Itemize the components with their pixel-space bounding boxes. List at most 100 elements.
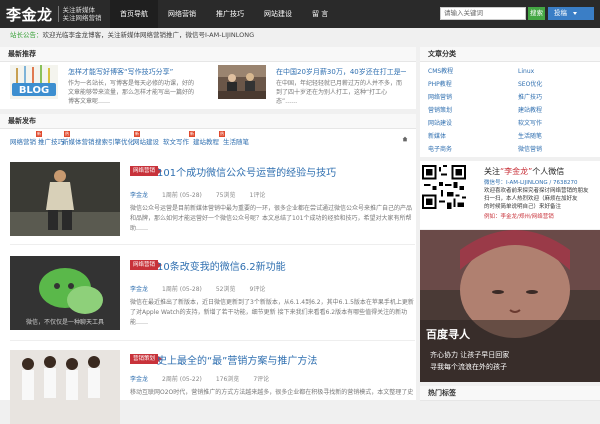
tab-copywriting[interactable]: 软文写作新 [163, 131, 195, 146]
categories-heading: 文章分类 [420, 47, 600, 62]
categories-panel: 文章分类 CMS教程 Linux PHP教程 SEO优化 网络营销 推广技巧 营… [420, 47, 600, 157]
tags-panel: 热门标签 [420, 386, 600, 401]
tab-label: 建站教程 [193, 138, 219, 146]
nav-item-home[interactable]: 首页导航 [110, 0, 158, 28]
post-title[interactable]: 史上最全的“最”营销方案与推广方法 [157, 352, 317, 367]
post-title[interactable]: 10条改变我的微信6.2新功能 [157, 258, 286, 273]
category-tabs: 网络营销新 推广技巧热 新媒体营销 搜索引擎优化新 网站建设 软文写作新 建站教… [0, 131, 416, 146]
category-link[interactable]: 电子商务 [428, 145, 518, 154]
category-link[interactable]: 推广技巧 [518, 93, 588, 102]
tab-new-media[interactable]: 新媒体营销 [62, 136, 95, 146]
meeting-thumbnail[interactable] [218, 65, 266, 99]
tab-essays[interactable]: 生活随笔 [223, 136, 249, 146]
tags-heading: 热门标签 [420, 386, 600, 401]
post-thumbnail[interactable] [10, 350, 120, 424]
wechat-example: 例如：李金龙/郑州/网络营销 [484, 214, 554, 220]
category-link[interactable]: 网络营销 [428, 93, 518, 102]
poster-title: 百度寻人 [426, 328, 470, 341]
nav-item-promotion[interactable]: 推广技巧 [206, 0, 254, 28]
post-meta: 李金龙 2周前 (05-22) 176浏览 7评论 [130, 374, 269, 383]
recommend-title[interactable]: 在中国20岁月薪30万，40岁还在打工是一种什么样的体验 [276, 67, 406, 77]
tab-label: 推广技巧 [38, 138, 64, 146]
submit-dropdown-label: 投稿 [554, 9, 567, 17]
search-input[interactable]: 请输入关键词 [440, 7, 526, 20]
tagline-line2: 关注网络营销 [62, 14, 102, 22]
category-link[interactable]: SEO优化 [518, 80, 588, 89]
tab-label: 软文写作 [163, 138, 189, 146]
baidu-missing-child-poster[interactable]: 百度寻人 齐心协力 让孩子早日回家 寻我每个流浪在外的孩子 [420, 230, 600, 382]
wechat-line: 的时候简单说明自己）来好备注 [484, 204, 562, 210]
recommend-desc: 在中国，年纪轻轻就已月薪过万的人并不多，而到了四十岁还在为别人打工，这种“打工心… [276, 80, 403, 105]
post-author[interactable]: 李金龙 [130, 284, 148, 293]
blog-thumbnail[interactable]: BLOG [10, 65, 58, 99]
post-item[interactable]: 营销策划 史上最全的“最”营销方案与推广方法 李金龙 2周前 (05-22) 1… [10, 350, 415, 424]
divider [10, 340, 415, 341]
post-excerpt: 微信在最近推出了新版本，近日微信更新到了3个新版本，从6.1.4到6.2，其中6… [130, 299, 414, 326]
post-item[interactable]: 网络营销 101个成功微信公众号运营的经验与技巧 李金龙 1周前 (05-28)… [10, 162, 415, 238]
post-excerpt: 微信公众号运营是目前新媒体营销中最为重要的一环，很多企业都在尝试通过微信公众号来… [130, 205, 413, 232]
latest-heading: 最新发布 [0, 114, 416, 129]
site-notice: 站长公告：欢迎光临李金龙博客，关注新媒体网络营销推广，微信号I-AM-LIJIN… [10, 30, 590, 40]
post-meta: 李金龙 1周前 (05-28) 52浏览 9评论 [130, 284, 265, 293]
category-link[interactable]: 生活随笔 [518, 132, 588, 141]
category-link[interactable]: PHP教程 [428, 80, 518, 89]
post-meta: 李金龙 1周前 (05-28) 75浏览 1评论 [130, 190, 265, 199]
poster-line: 寻我每个流浪在外的孩子 [430, 363, 507, 371]
post-author[interactable]: 李金龙 [130, 190, 148, 199]
recommend-panel: 最新推荐 BLOG 怎样才能写好博客“写作技巧分享” 作为一名站长，写博客是每天… [0, 47, 416, 109]
post-date: 1周前 (05-28) [162, 286, 202, 293]
home-icon[interactable] [402, 136, 408, 142]
post-category-badge[interactable]: 网络营销 [130, 166, 163, 176]
category-link[interactable]: CMS教程 [428, 67, 518, 76]
category-link[interactable]: 建站教程 [518, 106, 588, 115]
site-logo[interactable]: 李金龙 关注新媒体 关注网络营销 [6, 4, 102, 24]
post-thumbnail[interactable]: 微信，不仅仅是一种聊天工具 [10, 256, 120, 330]
post-comments[interactable]: 7评论 [253, 374, 269, 383]
category-link[interactable]: 网站建设 [428, 119, 518, 128]
thumbnail-caption: 微信，不仅仅是一种聊天工具 [26, 318, 104, 326]
post-views: 75浏览 [215, 192, 236, 199]
tagline-line1: 关注新媒体 [62, 6, 96, 14]
svg-text:BLOG: BLOG [19, 85, 49, 96]
post-comments[interactable]: 9评论 [250, 284, 266, 293]
top-header: 李金龙 关注新媒体 关注网络营销 首页导航 网络营销 推广技巧 网站建设 留 言… [0, 0, 600, 28]
post-author[interactable]: 李金龙 [130, 374, 148, 383]
category-link[interactable]: 微信营销 [518, 145, 588, 154]
post-category-badge[interactable]: 网络营销 [130, 260, 163, 270]
submit-dropdown-button[interactable]: 投稿 [548, 7, 594, 20]
wechat-title-pre: 关注 [484, 167, 500, 176]
wechat-id: 微信号：I-AM-LIJINLONG / 7638270 [484, 180, 578, 186]
search-button[interactable]: 搜索 [528, 7, 545, 20]
tab-tutorials[interactable]: 建站教程热 [193, 131, 225, 146]
post-excerpt: 移动互联网O2O时代，营销推广的方式方法越来越多，很多企业都在积极寻找新的营销模… [130, 389, 414, 396]
wechat-title-name: “李金龙” [500, 167, 533, 176]
tab-marketing[interactable]: 网络营销新 [10, 131, 42, 146]
nav-item-site-building[interactable]: 网站建设 [254, 0, 302, 28]
post-title[interactable]: 101个成功微信公众号运营的经验与技巧 [157, 164, 336, 179]
logo-tagline: 关注新媒体 关注网络营销 [57, 6, 102, 22]
tab-site-building[interactable]: 网站建设 [133, 136, 159, 146]
category-link[interactable]: 软文写作 [518, 119, 588, 128]
post-item[interactable]: 微信，不仅仅是一种聊天工具 网络营销 10条改变我的微信6.2新功能 李金龙 1… [10, 256, 415, 332]
recommend-heading: 最新推荐 [0, 47, 416, 62]
divider [10, 244, 415, 245]
nav-item-guestbook[interactable]: 留 言 [302, 0, 338, 28]
recommend-title[interactable]: 怎样才能写好博客“写作技巧分享” [68, 67, 198, 77]
wechat-title: 关注“李金龙”个人微信 [484, 166, 564, 177]
tab-seo[interactable]: 搜索引擎优化新 [95, 131, 140, 146]
post-thumbnail[interactable] [10, 162, 120, 236]
tab-label: 网络营销 [10, 138, 36, 146]
poster-line: 齐心协力 让孩子早日回家 [430, 351, 510, 359]
post-category-badge[interactable]: 营销策划 [130, 354, 163, 364]
notice-text: 欢迎光临李金龙博客，关注新媒体网络营销推广，微信号I-AM-LIJINLONG [42, 31, 255, 39]
chevron-down-icon [573, 11, 577, 15]
post-comments[interactable]: 1评论 [250, 190, 266, 199]
wechat-line: 扫一扫，本人热烈欢迎（麻烦在加好友 [484, 196, 578, 202]
tab-promotion[interactable]: 推广技巧热 [38, 131, 70, 146]
category-link[interactable]: 新媒体 [428, 132, 518, 141]
category-link[interactable]: Linux [518, 67, 588, 76]
post-views: 176浏览 [215, 376, 240, 383]
category-link[interactable]: 营销策划 [428, 106, 518, 115]
wechat-title-post: 个人微信 [532, 167, 565, 176]
nav-item-marketing[interactable]: 网络营销 [158, 0, 206, 28]
